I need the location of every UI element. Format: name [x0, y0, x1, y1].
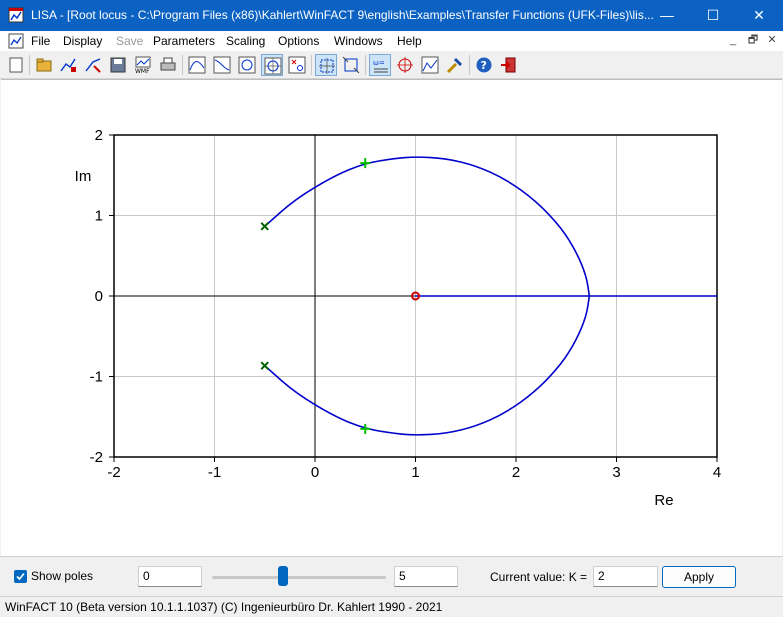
settings-icon[interactable] — [444, 54, 466, 76]
graph-icon[interactable] — [419, 54, 441, 76]
symbols-icon[interactable]: ω= — [369, 54, 391, 76]
minimize-icon: — — [660, 7, 674, 23]
mdi-close-icon[interactable]: ✕ — [764, 33, 780, 47]
print-icon[interactable] — [157, 54, 179, 76]
status-text: WinFACT 10 (Beta version 10.1.1.1037) (C… — [5, 600, 443, 614]
menu-bar: File Display Save Parameters Scaling Opt… — [0, 31, 783, 51]
close-button[interactable]: ✕ — [736, 0, 782, 31]
zoom-window-icon[interactable] — [340, 54, 362, 76]
y-axis-label: Im — [75, 168, 92, 185]
status-bar: WinFACT 10 (Beta version 10.1.1.1037) (C… — [0, 596, 783, 617]
k-min-input[interactable]: 0 — [138, 566, 202, 587]
current-value-label: Current value: K = — [490, 570, 588, 584]
minimize-button[interactable]: — — [644, 0, 690, 31]
y-tick-label: -2 — [90, 449, 103, 466]
toolbar-separator — [365, 55, 366, 75]
toolbar: WMF ω= ? — [0, 51, 783, 79]
export-wmf-icon[interactable]: WMF — [132, 54, 154, 76]
k-slider-track[interactable] — [212, 576, 386, 579]
menu-display[interactable]: Display — [63, 34, 102, 48]
k-max-input[interactable]: 5 — [394, 566, 458, 587]
mdi-minimize-icon[interactable]: _ — [725, 33, 741, 47]
y-tick-label: -1 — [90, 369, 103, 386]
toolbar-separator — [311, 55, 312, 75]
step-response-icon[interactable] — [211, 54, 233, 76]
menu-file[interactable]: File — [31, 34, 50, 48]
show-poles-checkbox[interactable] — [14, 570, 27, 583]
toolbar-separator — [29, 55, 30, 75]
x-tick-label: -2 — [107, 464, 120, 481]
y-tick-label: 2 — [95, 127, 103, 144]
current-value-input[interactable]: 2 — [593, 566, 658, 587]
control-panel: Show poles 0 5 Current value: K = 2 Appl… — [0, 556, 783, 597]
x-tick-label: 2 — [512, 464, 520, 481]
x-tick-label: 3 — [612, 464, 620, 481]
mdi-restore-icon[interactable]: 🗗 — [745, 33, 761, 47]
checkmark-icon — [16, 572, 25, 581]
pole-marker — [260, 361, 269, 370]
menu-windows[interactable]: Windows — [334, 34, 383, 48]
menu-options[interactable]: Options — [278, 34, 319, 48]
marker-edit-icon[interactable] — [82, 54, 104, 76]
root-locus-icon[interactable] — [261, 54, 283, 76]
menu-scaling[interactable]: Scaling — [226, 34, 265, 48]
k-slider-thumb[interactable] — [278, 566, 289, 586]
help-icon[interactable]: ? — [473, 54, 495, 76]
exit-icon[interactable] — [498, 54, 520, 76]
plot-area[interactable]: -2 -1 0 1 2 3 4 -2 -1 0 1 2 Re Im — [1, 79, 782, 556]
svg-text:WMF: WMF — [135, 68, 150, 74]
open-icon[interactable] — [33, 54, 55, 76]
nyquist-icon[interactable] — [236, 54, 258, 76]
show-poles-label: Show poles — [31, 569, 94, 583]
x-axis-label: Re — [654, 492, 673, 509]
target-icon[interactable] — [394, 54, 416, 76]
locus-upper-branch — [264, 156, 591, 297]
apply-button[interactable]: Apply — [662, 566, 736, 588]
app-icon — [8, 7, 24, 23]
x-tick-label: 1 — [411, 464, 419, 481]
maximize-button[interactable]: ☐ — [690, 0, 736, 31]
new-icon[interactable] — [5, 54, 27, 76]
root-locus-chart[interactable]: -2 -1 0 1 2 3 4 -2 -1 0 1 2 Re Im — [1, 80, 782, 556]
menu-parameters[interactable]: Parameters — [153, 34, 215, 48]
svg-text:?: ? — [481, 59, 487, 72]
x-tick-label: 4 — [713, 464, 721, 481]
close-icon: ✕ — [753, 7, 765, 23]
toolbar-separator — [182, 55, 183, 75]
menu-help[interactable]: Help — [397, 34, 422, 48]
toolbar-separator — [469, 55, 470, 75]
x-tick-label: 0 — [311, 464, 319, 481]
locus-lower-branch — [264, 295, 591, 436]
current-k-marker — [360, 158, 371, 169]
zoom-auto-icon[interactable] — [315, 54, 337, 76]
menu-save: Save — [116, 34, 144, 48]
save-icon[interactable] — [107, 54, 129, 76]
pole-zero-icon[interactable] — [286, 54, 308, 76]
y-tick-label: 0 — [95, 288, 103, 305]
document-icon[interactable] — [8, 33, 24, 49]
maximize-icon: ☐ — [706, 7, 720, 23]
current-k-marker — [360, 423, 371, 434]
frequency-response-icon[interactable] — [186, 54, 208, 76]
y-tick-label: 1 — [95, 208, 103, 225]
title-bar: LISA - [Root locus - C:\Program Files (x… — [0, 0, 783, 31]
window-title: LISA - [Root locus - C:\Program Files (x… — [31, 8, 654, 22]
x-tick-label: -1 — [208, 464, 221, 481]
svg-text:ω=: ω= — [373, 59, 385, 67]
pole-marker — [260, 222, 269, 231]
curve-edit-icon[interactable] — [57, 54, 79, 76]
